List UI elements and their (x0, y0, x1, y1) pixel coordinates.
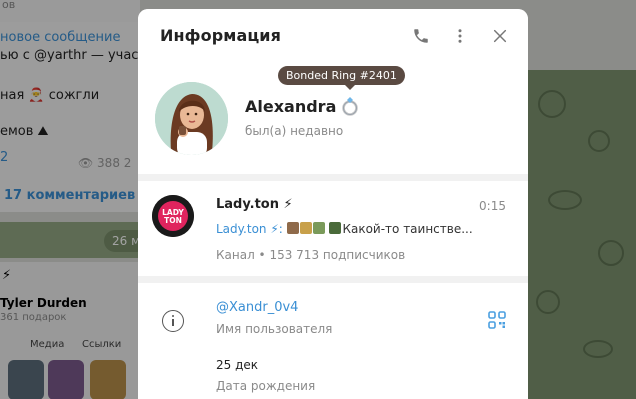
channel-avatar[interactable]: LADY TON (152, 195, 194, 237)
ring-icon[interactable] (341, 96, 359, 116)
close-button[interactable] (489, 25, 511, 47)
channel-subscribers: Канал • 153 713 подписчиков (216, 248, 406, 262)
channel-preview-prefix: Lady.ton ⚡: (216, 222, 283, 236)
tooltip-arrow (345, 85, 355, 90)
username-value[interactable]: @Xandr_0v4 (216, 300, 298, 315)
call-button[interactable] (410, 25, 432, 47)
avatar[interactable] (155, 82, 228, 155)
channel-name: Lady.ton ⚡ (216, 197, 293, 212)
emoji-sticker-icon (299, 222, 312, 234)
birthday-value: 25 дек (216, 358, 259, 372)
emoji-sticker-icon (286, 222, 299, 234)
personal-channel-card[interactable]: LADY TON Lady.ton ⚡ 0:15 Lady.ton ⚡: Как… (138, 181, 528, 276)
modal-title: Информация (160, 26, 281, 45)
info-icon (162, 310, 184, 332)
qr-code-icon (488, 311, 506, 329)
profile-status: был(а) недавно (245, 124, 344, 138)
username-label: Имя пользователя (216, 322, 333, 336)
emoji-sticker-icon (312, 222, 325, 234)
phone-icon (414, 29, 428, 43)
user-info-card: @Xandr_0v4 Имя пользователя 25 дек Дата … (138, 283, 528, 399)
more-vertical-icon (458, 29, 462, 43)
qr-code-button[interactable] (488, 311, 506, 329)
channel-time: 0:15 (479, 199, 506, 213)
close-icon (493, 29, 507, 43)
birthday-label: Дата рождения (216, 379, 316, 393)
channel-last-message: Lady.ton ⚡: Какой-то таинстве... (216, 222, 506, 236)
more-button[interactable] (449, 25, 471, 47)
channel-avatar-text: TON (164, 216, 182, 225)
profile-name: Alexandra (245, 97, 337, 116)
emoji-sticker-icon (329, 222, 342, 234)
profile-header-card: Информация Bonded Ring #2401 Alexandra б… (138, 9, 528, 174)
badge-tooltip: Bonded Ring #2401 (278, 66, 405, 85)
info-modal: Информация Bonded Ring #2401 Alexandra б… (138, 9, 528, 399)
channel-preview-text: Какой-то таинстве... (342, 222, 473, 236)
